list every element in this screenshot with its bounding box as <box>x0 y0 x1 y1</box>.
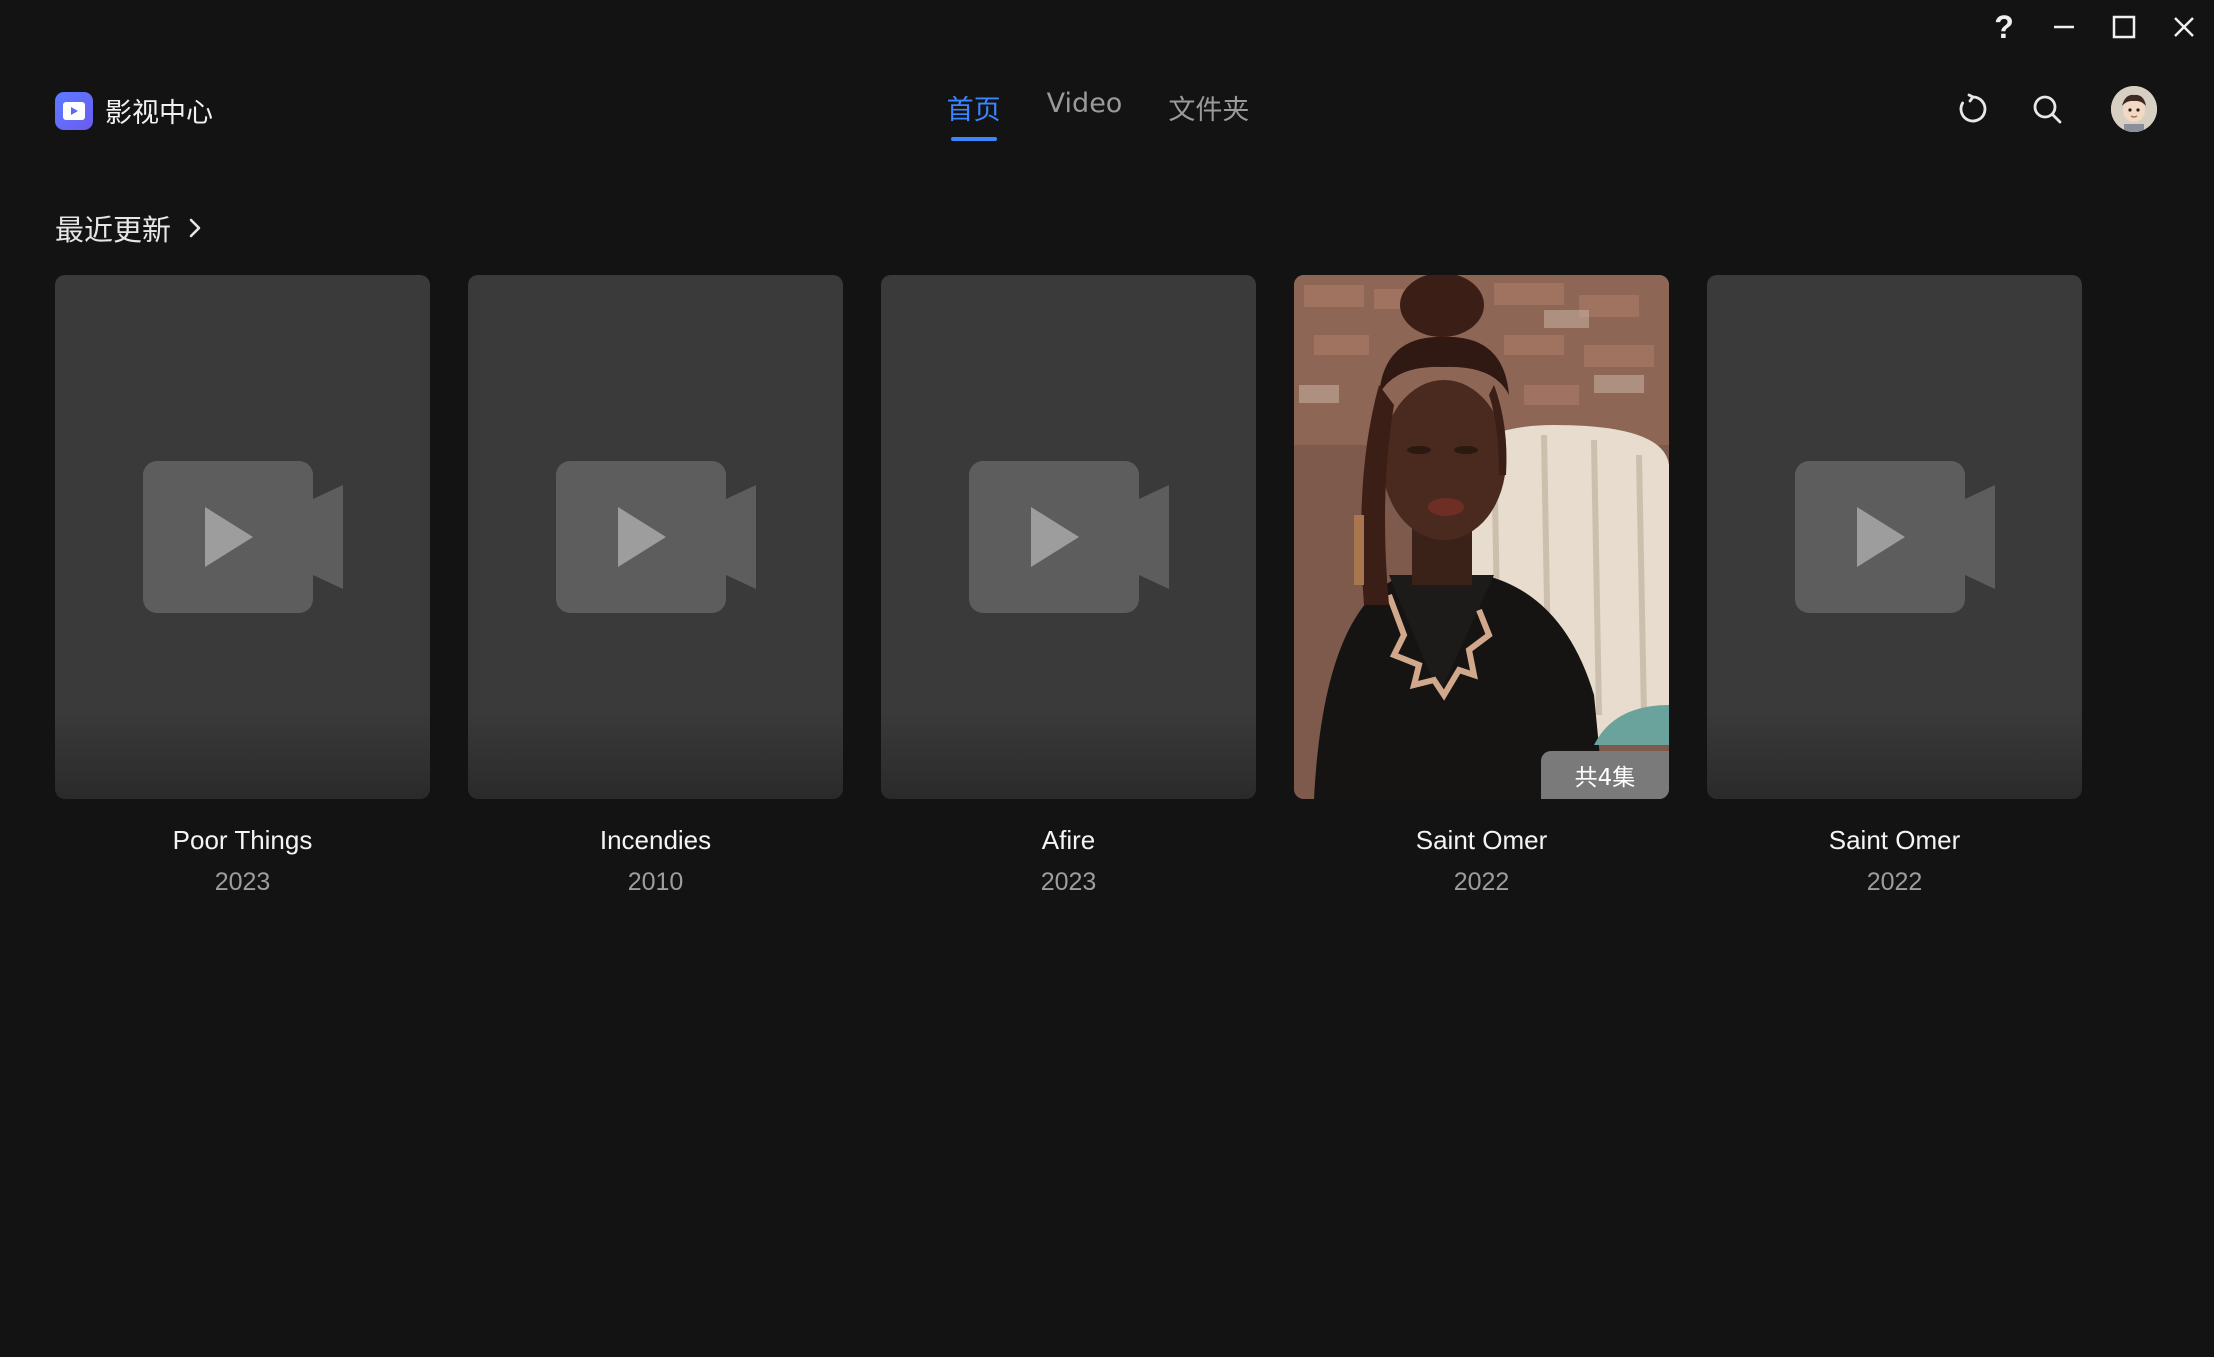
avatar-icon <box>2111 86 2157 132</box>
close-button[interactable] <box>2154 0 2214 54</box>
header-tools <box>1953 86 2157 132</box>
card-year: 2022 <box>1453 868 1510 896</box>
nav-tabs: 首页 Video 文件夹 <box>0 88 2214 141</box>
tab-folder[interactable]: 文件夹 <box>1168 88 1249 141</box>
card-year: 2023 <box>1040 868 1097 896</box>
section-title: 最近更新 <box>55 213 172 247</box>
card-title: Incendies <box>599 825 712 855</box>
section-recent-updates[interactable]: 最近更新 <box>55 207 205 249</box>
refresh-icon <box>1959 93 1987 123</box>
maximize-button[interactable] <box>2094 0 2154 54</box>
poster-placeholder <box>1707 275 2082 799</box>
app-window: ? 影视中心 首页 Video 文件夹 最近更新 Poor Things 202… <box>0 0 2214 1357</box>
user-avatar[interactable] <box>2111 86 2157 132</box>
media-card[interactable]: 共4集 Saint Omer 2022 <box>1294 275 1669 897</box>
card-year: 2023 <box>214 868 271 896</box>
search-icon <box>2033 95 2062 124</box>
card-title: Saint Omer <box>1828 825 1961 855</box>
search-button[interactable] <box>2027 89 2067 129</box>
refresh-button[interactable] <box>1953 89 1993 129</box>
poster-image: 共4集 <box>1294 275 1669 799</box>
window-controls: ? <box>1974 0 2214 54</box>
media-card[interactable]: Saint Omer 2022 <box>1707 275 2082 897</box>
help-button[interactable]: ? <box>1974 0 2034 54</box>
poster-placeholder <box>468 275 843 799</box>
card-title: Afire <box>1041 825 1096 855</box>
card-title: Poor Things <box>172 825 313 855</box>
video-placeholder-icon <box>968 461 1169 613</box>
card-year: 2022 <box>1866 868 1923 896</box>
video-placeholder-icon <box>555 461 756 613</box>
poster-photo <box>1294 275 1669 799</box>
poster-placeholder <box>55 275 430 799</box>
media-card-list: Poor Things 2023 Incendies 2010 Afire 20… <box>55 275 2082 897</box>
minimize-icon <box>2054 25 2074 29</box>
card-year: 2010 <box>627 868 684 896</box>
chevron-right-icon <box>189 218 201 238</box>
tab-video[interactable]: Video <box>1047 88 1123 141</box>
episode-count-badge: 共4集 <box>1541 751 1669 799</box>
poster-placeholder <box>881 275 1256 799</box>
video-placeholder-icon <box>142 461 343 613</box>
tab-home[interactable]: 首页 <box>947 88 1001 141</box>
media-card[interactable]: Poor Things 2023 <box>55 275 430 897</box>
close-icon <box>2174 17 2194 37</box>
media-card[interactable]: Afire 2023 <box>881 275 1256 897</box>
media-card[interactable]: Incendies 2010 <box>468 275 843 897</box>
video-placeholder-icon <box>1794 461 1995 613</box>
minimize-button[interactable] <box>2034 0 2094 54</box>
maximize-icon <box>2112 15 2136 39</box>
card-title: Saint Omer <box>1415 825 1548 855</box>
